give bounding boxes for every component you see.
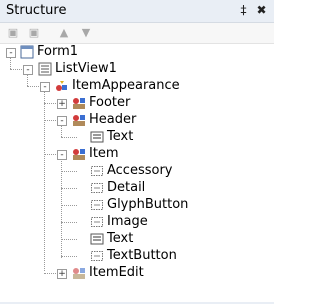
tree-node-item[interactable]: Item	[72, 146, 119, 162]
object-placeholder-icon	[91, 217, 103, 227]
form-icon	[20, 45, 34, 59]
tree-node-label: Footer	[89, 95, 131, 110]
object-placeholder-icon	[91, 166, 103, 176]
object-placeholder-icon	[91, 251, 103, 261]
collapse-toggle[interactable]: -	[23, 65, 33, 75]
tree-node-label: Header	[89, 112, 137, 127]
object-icon	[73, 149, 85, 160]
collapse-toggle[interactable]: -	[6, 48, 16, 58]
move-up-icon[interactable]: ▲	[56, 26, 72, 40]
delete-item-icon[interactable]: ▣	[26, 26, 42, 40]
tree-node-label: ItemAppearance	[72, 78, 180, 93]
tree-node-label: Image	[107, 214, 148, 229]
panel-titlebar: Structure ‡ ✖	[0, 0, 274, 23]
tree-node-label: Accessory	[107, 163, 173, 178]
tree-node-label: Text	[107, 231, 134, 246]
tree-node-label: ListView1	[55, 61, 117, 76]
collapse-toggle[interactable]: -	[57, 116, 67, 126]
text-object-icon	[90, 131, 104, 143]
tree-node-label: Form1	[37, 44, 79, 59]
tree-node-label: TextButton	[107, 248, 177, 263]
object-icon	[73, 268, 85, 279]
pin-icon[interactable]: ‡	[236, 3, 251, 18]
object-placeholder-icon	[91, 183, 103, 193]
collapse-toggle[interactable]: -	[40, 82, 50, 92]
close-icon[interactable]: ✖	[254, 3, 269, 18]
tree-node-form1[interactable]: Form1	[20, 44, 78, 60]
tree-node-itemedit[interactable]: ItemEdit	[72, 265, 144, 281]
tree-node-footer[interactable]: Footer	[72, 95, 130, 111]
object-icon	[73, 98, 85, 109]
expand-toggle[interactable]: +	[57, 99, 67, 109]
tree-node-header-text[interactable]: Text	[90, 129, 133, 145]
panel-title: Structure	[6, 3, 67, 18]
text-object-icon	[90, 233, 104, 245]
tree-node-label: Text	[107, 129, 134, 144]
structure-tree: - Form1 - ListView1 - ItemAppearance + F…	[0, 44, 274, 302]
tree-node-image[interactable]: Image	[90, 214, 148, 230]
tree-node-itemappearance[interactable]: ItemAppearance	[55, 78, 180, 94]
tree-node-header[interactable]: Header	[72, 112, 136, 128]
tree-node-glyphbutton[interactable]: GlyphButton	[90, 197, 188, 213]
structure-toolbar: ▣ ▣ ▲ ▼	[0, 23, 274, 44]
expand-toggle[interactable]: +	[57, 269, 67, 279]
tree-node-textbutton[interactable]: TextButton	[90, 248, 177, 264]
tree-node-listview1[interactable]: ListView1	[38, 61, 117, 77]
structure-panel: Structure ‡ ✖ ▣ ▣ ▲ ▼ - Form1 - ListView…	[0, 0, 274, 304]
tree-node-label: GlyphButton	[107, 197, 189, 212]
add-item-icon[interactable]: ▣	[5, 26, 21, 40]
tree-node-accessory[interactable]: Accessory	[90, 163, 173, 179]
collapse-toggle[interactable]: -	[57, 150, 67, 160]
tree-node-label: Detail	[107, 180, 146, 195]
object-placeholder-icon	[91, 200, 103, 210]
tree-node-label: Item	[89, 146, 119, 161]
move-down-icon[interactable]: ▼	[78, 26, 94, 40]
tree-node-detail[interactable]: Detail	[90, 180, 145, 196]
listview-icon	[38, 62, 52, 76]
appearance-icon	[56, 81, 67, 91]
tree-node-item-text[interactable]: Text	[90, 231, 133, 247]
tree-node-label: ItemEdit	[89, 265, 144, 280]
object-icon	[73, 115, 85, 126]
